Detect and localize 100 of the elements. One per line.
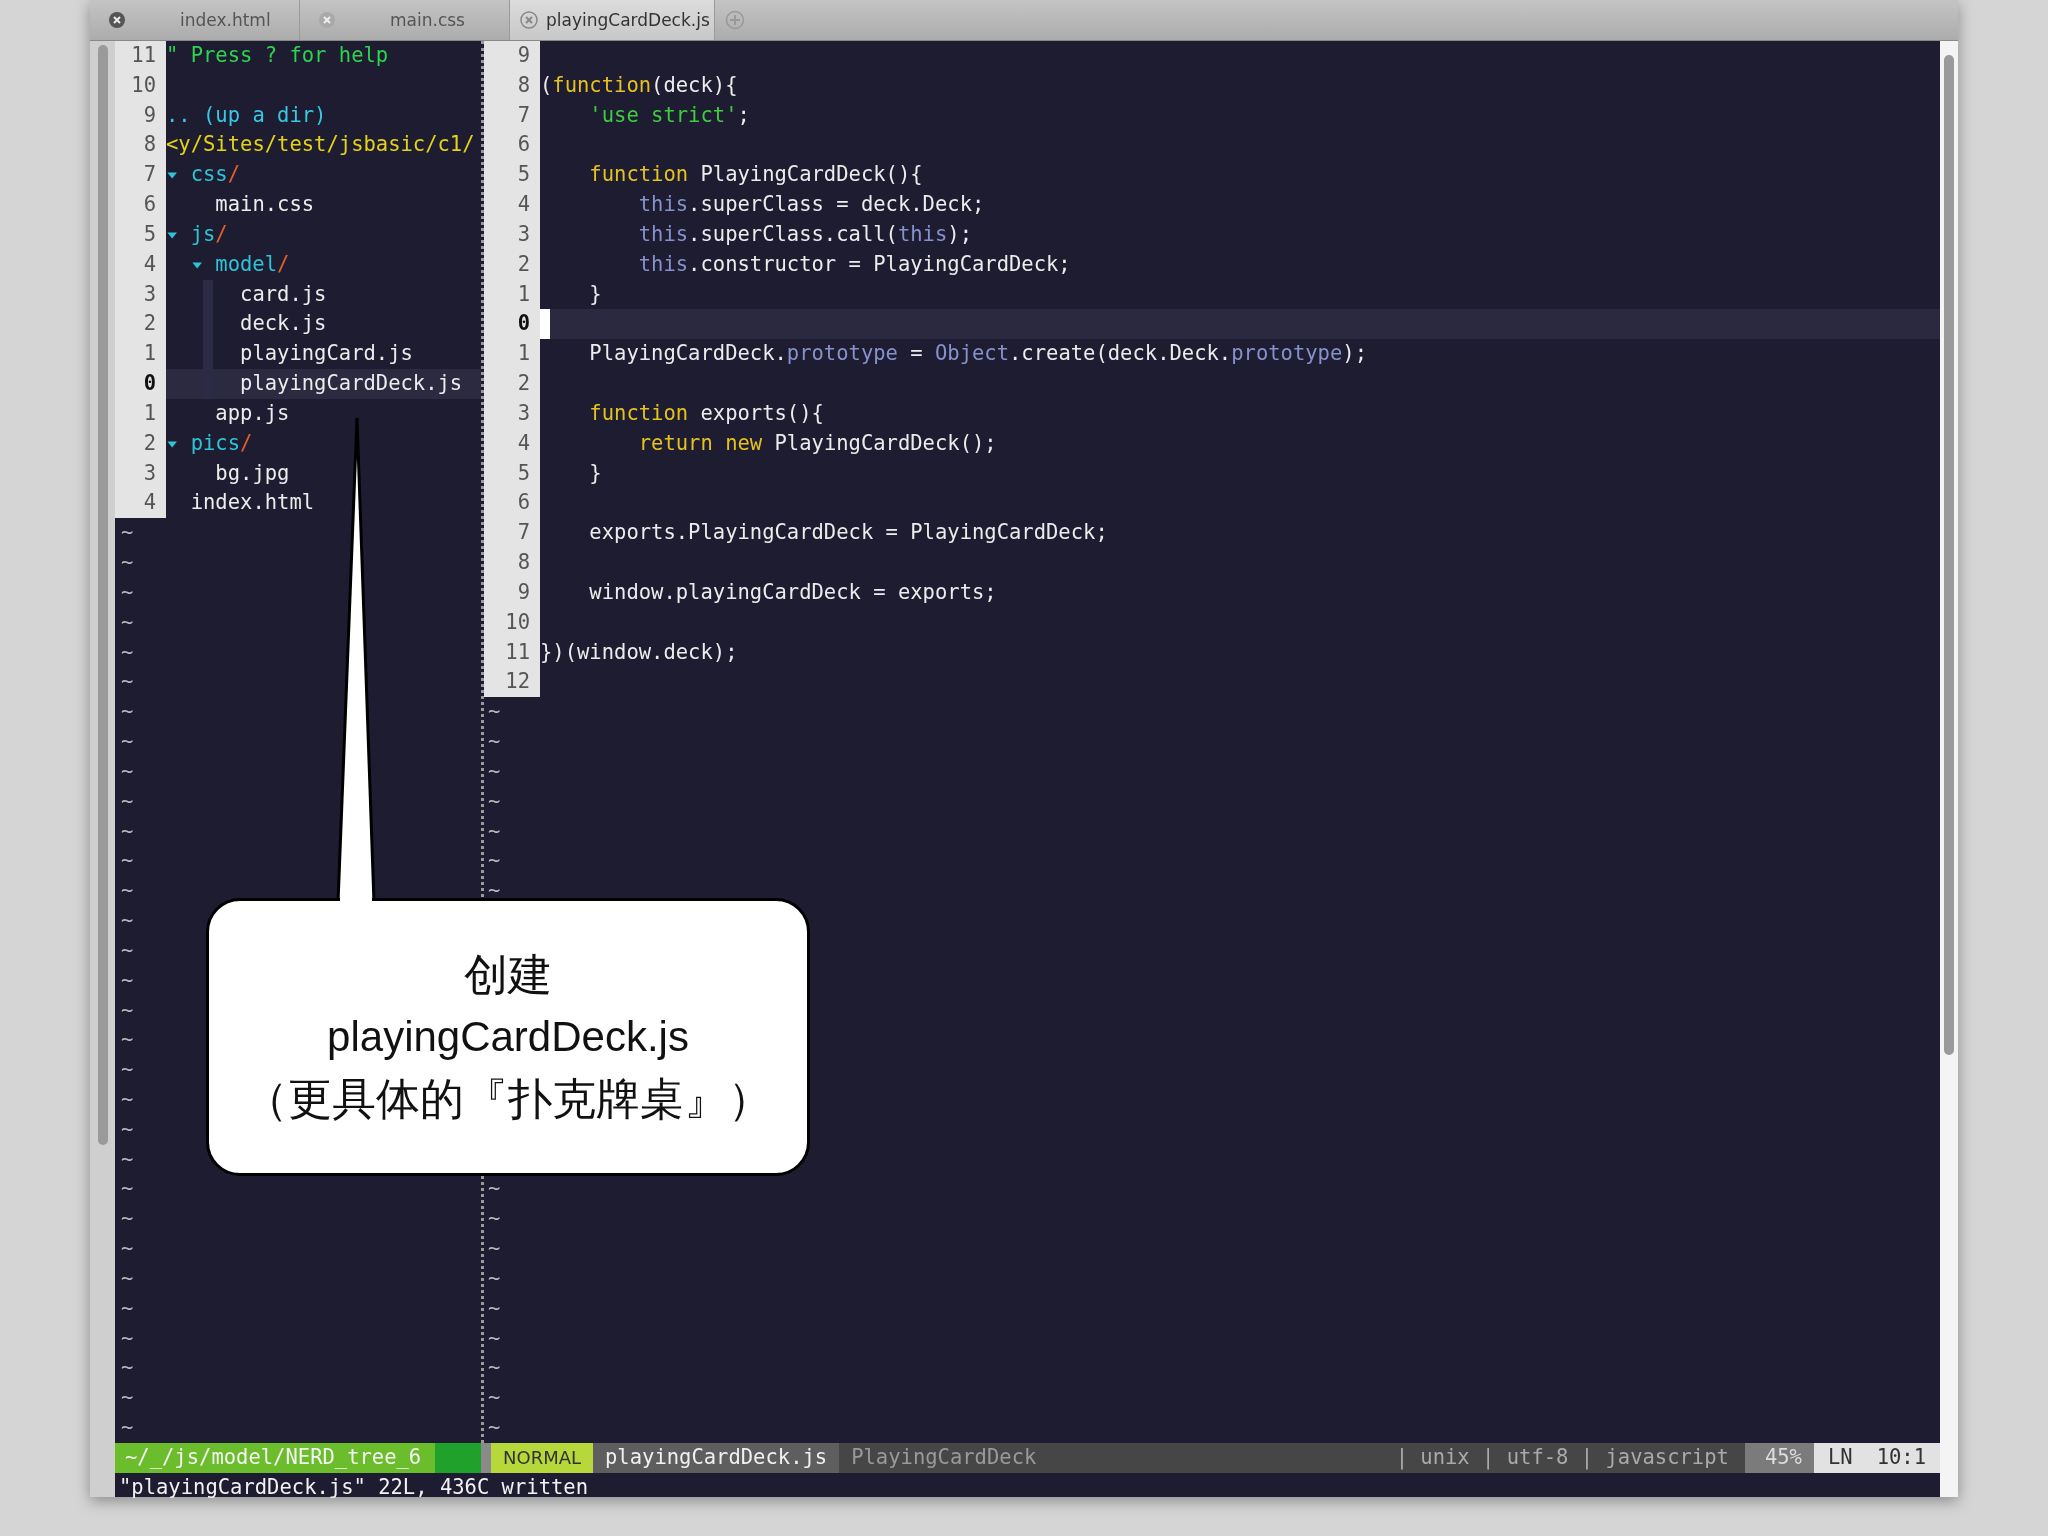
line-number: 3 bbox=[484, 219, 540, 250]
empty-line-marker: ~ bbox=[487, 817, 501, 845]
code-line: } bbox=[588, 459, 602, 487]
empty-line-marker: ~ bbox=[487, 787, 501, 815]
empty-line-marker: ~ bbox=[120, 638, 134, 666]
empty-line-marker: ~ bbox=[487, 1354, 501, 1382]
empty-line-marker: ~ bbox=[487, 1384, 501, 1412]
command-message: "playingCardDeck.js" 22L, 436C written bbox=[119, 1474, 588, 1499]
tree-item[interactable]: css/ bbox=[166, 160, 241, 191]
code-line: return new PlayingCardDeck(); bbox=[637, 429, 997, 457]
file-name: playingCardDeck.js bbox=[593, 1442, 840, 1473]
line-number: 11 bbox=[484, 637, 540, 668]
empty-line-marker: ~ bbox=[487, 847, 501, 875]
empty-line-marker: ~ bbox=[120, 668, 134, 696]
line-number: 8 bbox=[484, 548, 540, 578]
line-number: 8 bbox=[484, 70, 540, 101]
empty-line-marker: ~ bbox=[487, 728, 501, 756]
line-number: 6 bbox=[484, 488, 540, 519]
tree-item[interactable]: card.js bbox=[240, 279, 327, 310]
empty-line-marker: ~ bbox=[120, 578, 134, 606]
line-number: 3 bbox=[484, 398, 540, 429]
empty-line-marker: ~ bbox=[120, 817, 134, 845]
line-number: 8 bbox=[115, 130, 166, 161]
empty-line-marker: ~ bbox=[120, 787, 134, 815]
tree-item[interactable]: bg.jpg bbox=[215, 458, 290, 489]
line-number: 4 bbox=[484, 428, 540, 459]
line-number: 4 bbox=[484, 190, 540, 220]
line-number: 0 bbox=[484, 309, 540, 340]
empty-line-marker: ~ bbox=[120, 728, 134, 756]
code-line: 'use strict'; bbox=[588, 101, 750, 129]
code-line: window.playingCardDeck = exports; bbox=[588, 578, 997, 606]
code-line: this.constructor = PlayingCardDeck; bbox=[637, 250, 1071, 278]
tree-item[interactable]: index.html bbox=[190, 488, 315, 519]
line-number: 10 bbox=[115, 70, 166, 101]
empty-line-marker: ~ bbox=[487, 1235, 501, 1263]
empty-line-marker: ~ bbox=[487, 1294, 501, 1322]
file-info: | unix | utf-8 | javascript bbox=[1395, 1443, 1730, 1472]
text-cursor bbox=[540, 309, 550, 340]
empty-line-marker: ~ bbox=[120, 907, 134, 934]
close-icon[interactable] bbox=[108, 11, 126, 29]
tree-item[interactable]: app.js bbox=[215, 398, 290, 429]
empty-line-marker: ~ bbox=[120, 757, 134, 785]
root-path: <y/Sites/test/jsbasic/c1/ bbox=[166, 131, 475, 159]
tree-item[interactable]: pics/ bbox=[166, 428, 253, 459]
empty-line-marker: ~ bbox=[120, 966, 134, 994]
code-line: (function(deck){ bbox=[540, 71, 738, 99]
empty-line-marker: ~ bbox=[487, 698, 501, 726]
tree-item[interactable]: playingCard.js bbox=[240, 339, 413, 370]
line-number: 7 bbox=[484, 100, 540, 131]
empty-line-marker: ~ bbox=[120, 608, 134, 636]
line-number: 9 bbox=[115, 100, 166, 131]
empty-line-marker: ~ bbox=[120, 996, 134, 1024]
code-line: function PlayingCardDeck(){ bbox=[588, 161, 923, 189]
empty-line-marker: ~ bbox=[120, 549, 134, 577]
line-number: 1 bbox=[484, 339, 540, 370]
code-line: } bbox=[588, 280, 602, 308]
cursor-position: 10:1 bbox=[1876, 1443, 1926, 1471]
empty-line-marker: ~ bbox=[487, 1414, 501, 1442]
tree-item[interactable]: model/ bbox=[190, 249, 290, 280]
tree-item[interactable]: main.css bbox=[215, 190, 315, 220]
line-number: 7 bbox=[484, 518, 540, 549]
buffer-name: ~/_/js/model/NERD_tree_6 bbox=[124, 1443, 422, 1471]
scroll-percent: 45% bbox=[1744, 1442, 1814, 1473]
empty-line-marker: ~ bbox=[487, 1264, 501, 1292]
line-number: 4 bbox=[115, 249, 166, 280]
tree-item[interactable]: js/ bbox=[166, 219, 228, 250]
parent-dir-link[interactable]: .. (up a dir) bbox=[166, 100, 327, 131]
tree-item[interactable]: playingCardDeck.js bbox=[240, 369, 463, 399]
empty-line-marker: ~ bbox=[120, 1384, 134, 1412]
empty-line-marker: ~ bbox=[120, 1115, 134, 1143]
line-number: 3 bbox=[115, 279, 166, 310]
line-number: 2 bbox=[115, 428, 166, 459]
line-number: 5 bbox=[484, 458, 540, 489]
code-line: this.superClass = deck.Deck; bbox=[637, 191, 985, 219]
empty-line-marker: ~ bbox=[120, 1026, 134, 1054]
empty-line-marker: ~ bbox=[120, 1235, 134, 1263]
position-label: LN bbox=[1827, 1443, 1853, 1471]
empty-line-marker: ~ bbox=[487, 1205, 501, 1233]
empty-line-marker: ~ bbox=[120, 519, 134, 547]
empty-line-marker: ~ bbox=[487, 757, 501, 785]
empty-line-marker: ~ bbox=[120, 1205, 134, 1233]
scrollbar-thumb[interactable] bbox=[1944, 55, 1954, 1055]
scrollbar-thumb[interactable] bbox=[98, 45, 108, 1145]
code-line: function exports(){ bbox=[588, 399, 824, 427]
tree-item[interactable]: deck.js bbox=[240, 309, 327, 340]
line-number: 1 bbox=[115, 339, 166, 370]
empty-line-marker: ~ bbox=[120, 847, 134, 875]
empty-line-marker: ~ bbox=[120, 698, 134, 726]
line-number: 5 bbox=[484, 160, 540, 191]
empty-line-marker: ~ bbox=[120, 1414, 134, 1442]
empty-line-marker: ~ bbox=[120, 1294, 134, 1322]
empty-line-marker: ~ bbox=[120, 1264, 134, 1292]
file-tab[interactable]: playingCardDeck.js bbox=[510, 0, 715, 40]
function-name: PlayingCardDeck bbox=[850, 1443, 1038, 1471]
callout-text: 创建 bbox=[464, 949, 552, 1001]
line-number: 10 bbox=[484, 607, 540, 638]
empty-line-marker: ~ bbox=[487, 1324, 501, 1352]
line-number: 3 bbox=[115, 458, 166, 489]
mode-indicator: NORMAL bbox=[491, 1442, 593, 1473]
file-tab[interactable]: index.html bbox=[90, 0, 300, 40]
